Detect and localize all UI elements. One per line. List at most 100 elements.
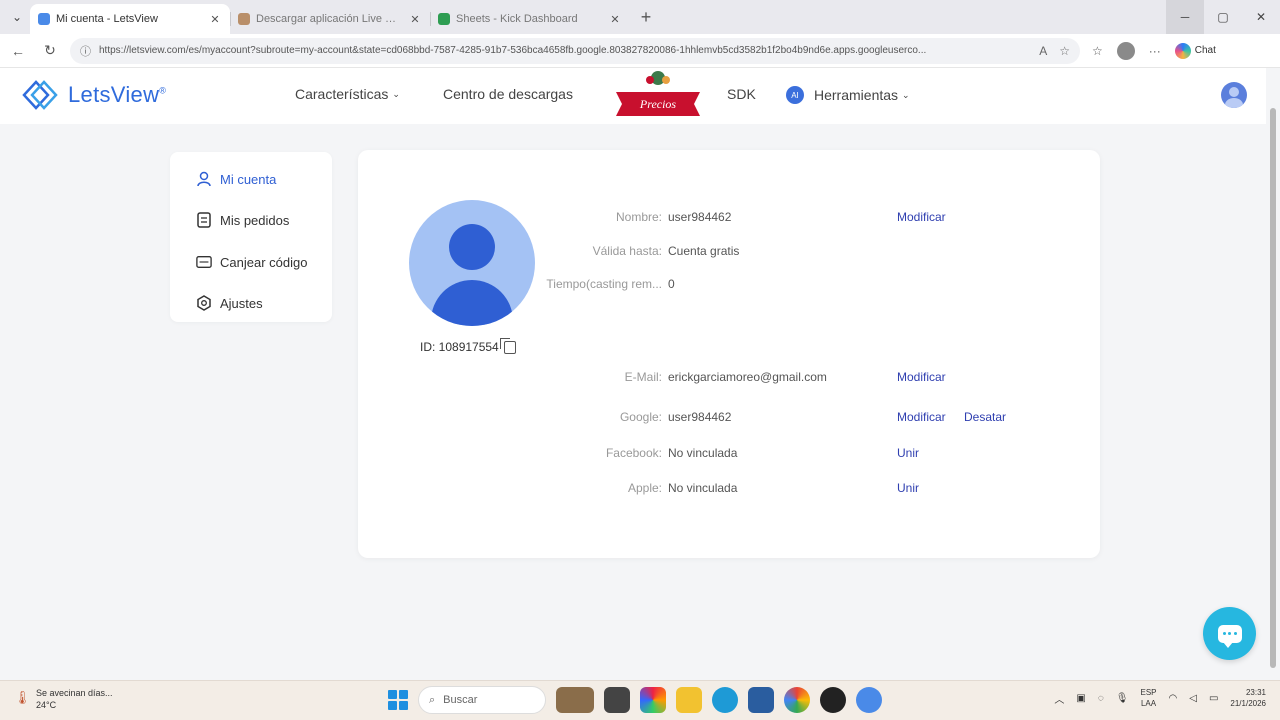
profile-avatar[interactable] bbox=[1116, 41, 1135, 60]
modify-google-link[interactable]: Modificar bbox=[897, 410, 946, 424]
google-label: Google: bbox=[619, 410, 662, 424]
nav-sdk-label: SDK bbox=[727, 86, 756, 102]
copilot-button[interactable]: Chat bbox=[1174, 42, 1216, 59]
app-tray-icon[interactable]: ◌ bbox=[1098, 693, 1104, 704]
modify-name-link[interactable]: Modificar bbox=[897, 210, 946, 224]
casting-time-value: 0 bbox=[668, 277, 675, 291]
app-tray-icon[interactable]: ▣ bbox=[1076, 693, 1085, 704]
letsview-logo[interactable]: LetsView® bbox=[22, 80, 166, 110]
close-tab-icon[interactable]: ✕ bbox=[208, 13, 222, 26]
tab-mi-cuenta[interactable]: Mi cuenta - LetsView ✕ bbox=[30, 4, 230, 34]
microphone-icon[interactable]: 🎙 bbox=[1116, 693, 1129, 704]
logo-text: LetsView bbox=[68, 82, 160, 107]
name-label: Nombre: bbox=[615, 210, 662, 224]
chrome-icon[interactable] bbox=[784, 687, 810, 713]
back-arrow-icon[interactable]: ← bbox=[4, 37, 32, 65]
email-label: E-Mail: bbox=[624, 370, 662, 384]
chevron-down-icon: ⌄ bbox=[392, 88, 400, 99]
unlink-google-link[interactable]: Desatar bbox=[964, 410, 1006, 424]
edge-browser-icon[interactable] bbox=[712, 687, 738, 713]
close-tab-icon[interactable]: ✕ bbox=[608, 13, 622, 26]
modify-email-link[interactable]: Modificar bbox=[897, 370, 946, 384]
page-scrollbar[interactable] bbox=[1266, 68, 1280, 680]
user-icon bbox=[196, 171, 212, 187]
volume-icon[interactable]: ◁ bbox=[1189, 693, 1197, 704]
letsview-app-icon[interactable] bbox=[856, 687, 882, 713]
url-text[interactable]: https://letsview.com/es/myaccount?subrou… bbox=[99, 45, 1031, 56]
copilot-app-icon[interactable] bbox=[640, 687, 666, 713]
facebook-label: Facebook: bbox=[605, 446, 662, 460]
tab-live-wallpaper[interactable]: Descargar aplicación Live Wor ✕ bbox=[230, 4, 430, 34]
letsview-logo-icon bbox=[22, 80, 58, 110]
favorites-icon[interactable]: ☆ bbox=[1092, 44, 1103, 58]
tab-label: Descargar aplicación Live Wor bbox=[256, 13, 402, 25]
window-controls: ─ ▢ ✕ bbox=[1166, 0, 1280, 34]
file-explorer-icon[interactable] bbox=[676, 687, 702, 713]
valid-until-value: Cuenta gratis bbox=[668, 244, 740, 258]
registered-mark: ® bbox=[159, 85, 167, 96]
more-options-icon[interactable]: ··· bbox=[1149, 44, 1161, 58]
chat-bubble-icon bbox=[1217, 624, 1242, 648]
refresh-icon[interactable]: ↻ bbox=[36, 37, 64, 65]
minimize-button[interactable]: ─ bbox=[1166, 0, 1204, 34]
widget-news-icon[interactable] bbox=[556, 687, 594, 713]
nav-features[interactable]: Características ⌄ bbox=[295, 86, 400, 102]
scrollbar-thumb[interactable] bbox=[1270, 108, 1276, 668]
site-info-icon[interactable]: ⓘ bbox=[80, 43, 91, 59]
side-item-orders[interactable]: Mis pedidos bbox=[196, 212, 289, 228]
language-indicator[interactable]: ESP LAA bbox=[1141, 687, 1157, 709]
game-app-icon[interactable] bbox=[820, 687, 846, 713]
name-value: user984462 bbox=[668, 210, 732, 224]
copilot-label: Chat bbox=[1194, 45, 1216, 56]
battery-icon[interactable]: ▭ bbox=[1209, 693, 1218, 704]
copilot-icon bbox=[1174, 42, 1191, 59]
clock-date: 21/1/2026 bbox=[1230, 699, 1266, 708]
favorite-star-icon[interactable]: ☆ bbox=[1059, 44, 1070, 58]
side-item-settings[interactable]: Ajustes bbox=[196, 295, 263, 311]
price-ribbon-badge[interactable]: Precios bbox=[610, 68, 706, 124]
account-side-menu: Mi cuenta Mis pedidos Canjear código Aju… bbox=[170, 152, 332, 322]
maximize-button[interactable]: ▢ bbox=[1204, 0, 1242, 34]
close-window-button[interactable]: ✕ bbox=[1242, 0, 1280, 34]
clock-time: 23:31 bbox=[1245, 688, 1266, 697]
link-apple-link[interactable]: Unir bbox=[897, 481, 919, 495]
weather-widget[interactable]: 🌡 Se avecinan días... 24°C bbox=[14, 687, 113, 711]
read-aloud-icon[interactable]: A bbox=[1039, 44, 1047, 58]
copy-icon[interactable] bbox=[499, 337, 516, 354]
user-avatar[interactable] bbox=[1221, 82, 1247, 108]
site-favicon-icon bbox=[238, 13, 250, 25]
task-view-icon[interactable] bbox=[604, 687, 630, 713]
wifi-icon[interactable]: ◠ bbox=[1169, 693, 1178, 704]
nav-downloads[interactable]: Centro de descargas bbox=[443, 86, 573, 102]
language-code: ESP bbox=[1140, 688, 1157, 697]
side-item-label: Ajustes bbox=[220, 295, 263, 311]
new-tab-button[interactable]: + bbox=[634, 5, 658, 29]
profile-avatar-large[interactable] bbox=[409, 200, 535, 326]
tab-actions-menu-icon[interactable]: ⌄ bbox=[4, 4, 30, 30]
valid-until-label: Válida hasta: bbox=[592, 244, 662, 258]
chat-support-button[interactable] bbox=[1203, 607, 1256, 660]
store-icon[interactable] bbox=[748, 687, 774, 713]
tab-sheets[interactable]: Sheets - Kick Dashboard ✕ bbox=[430, 4, 630, 34]
apple-value: No vinculada bbox=[668, 481, 738, 495]
settings-icon bbox=[196, 295, 212, 311]
nav-tools[interactable]: AI Herramientas ⌄ bbox=[786, 86, 910, 104]
windows-start-icon[interactable] bbox=[388, 690, 408, 710]
clock[interactable]: 23:31 21/1/2026 bbox=[1230, 687, 1266, 709]
keyboard-layout: LAA bbox=[1140, 699, 1157, 708]
avatar-body bbox=[431, 280, 513, 326]
weather-temp: 24°C bbox=[36, 700, 57, 710]
taskbar-search[interactable]: ⌕ Buscar bbox=[418, 686, 546, 714]
tab-label: Mi cuenta - LetsView bbox=[56, 13, 158, 25]
side-item-label: Mis pedidos bbox=[220, 212, 290, 228]
side-item-my-account[interactable]: Mi cuenta bbox=[196, 171, 276, 187]
link-facebook-link[interactable]: Unir bbox=[897, 446, 919, 460]
sheets-favicon-icon bbox=[438, 13, 450, 25]
side-item-redeem-code[interactable]: Canjear código bbox=[196, 254, 307, 270]
chevron-up-icon[interactable]: ︿ bbox=[1054, 691, 1064, 706]
thermometer-icon: 🌡 bbox=[14, 690, 31, 705]
avatar-head bbox=[449, 224, 495, 270]
nav-sdk[interactable]: SDK bbox=[727, 86, 756, 102]
address-bar[interactable]: ⓘ https://letsview.com/es/myaccount?subr… bbox=[70, 37, 1080, 64]
close-tab-icon[interactable]: ✕ bbox=[408, 13, 422, 26]
